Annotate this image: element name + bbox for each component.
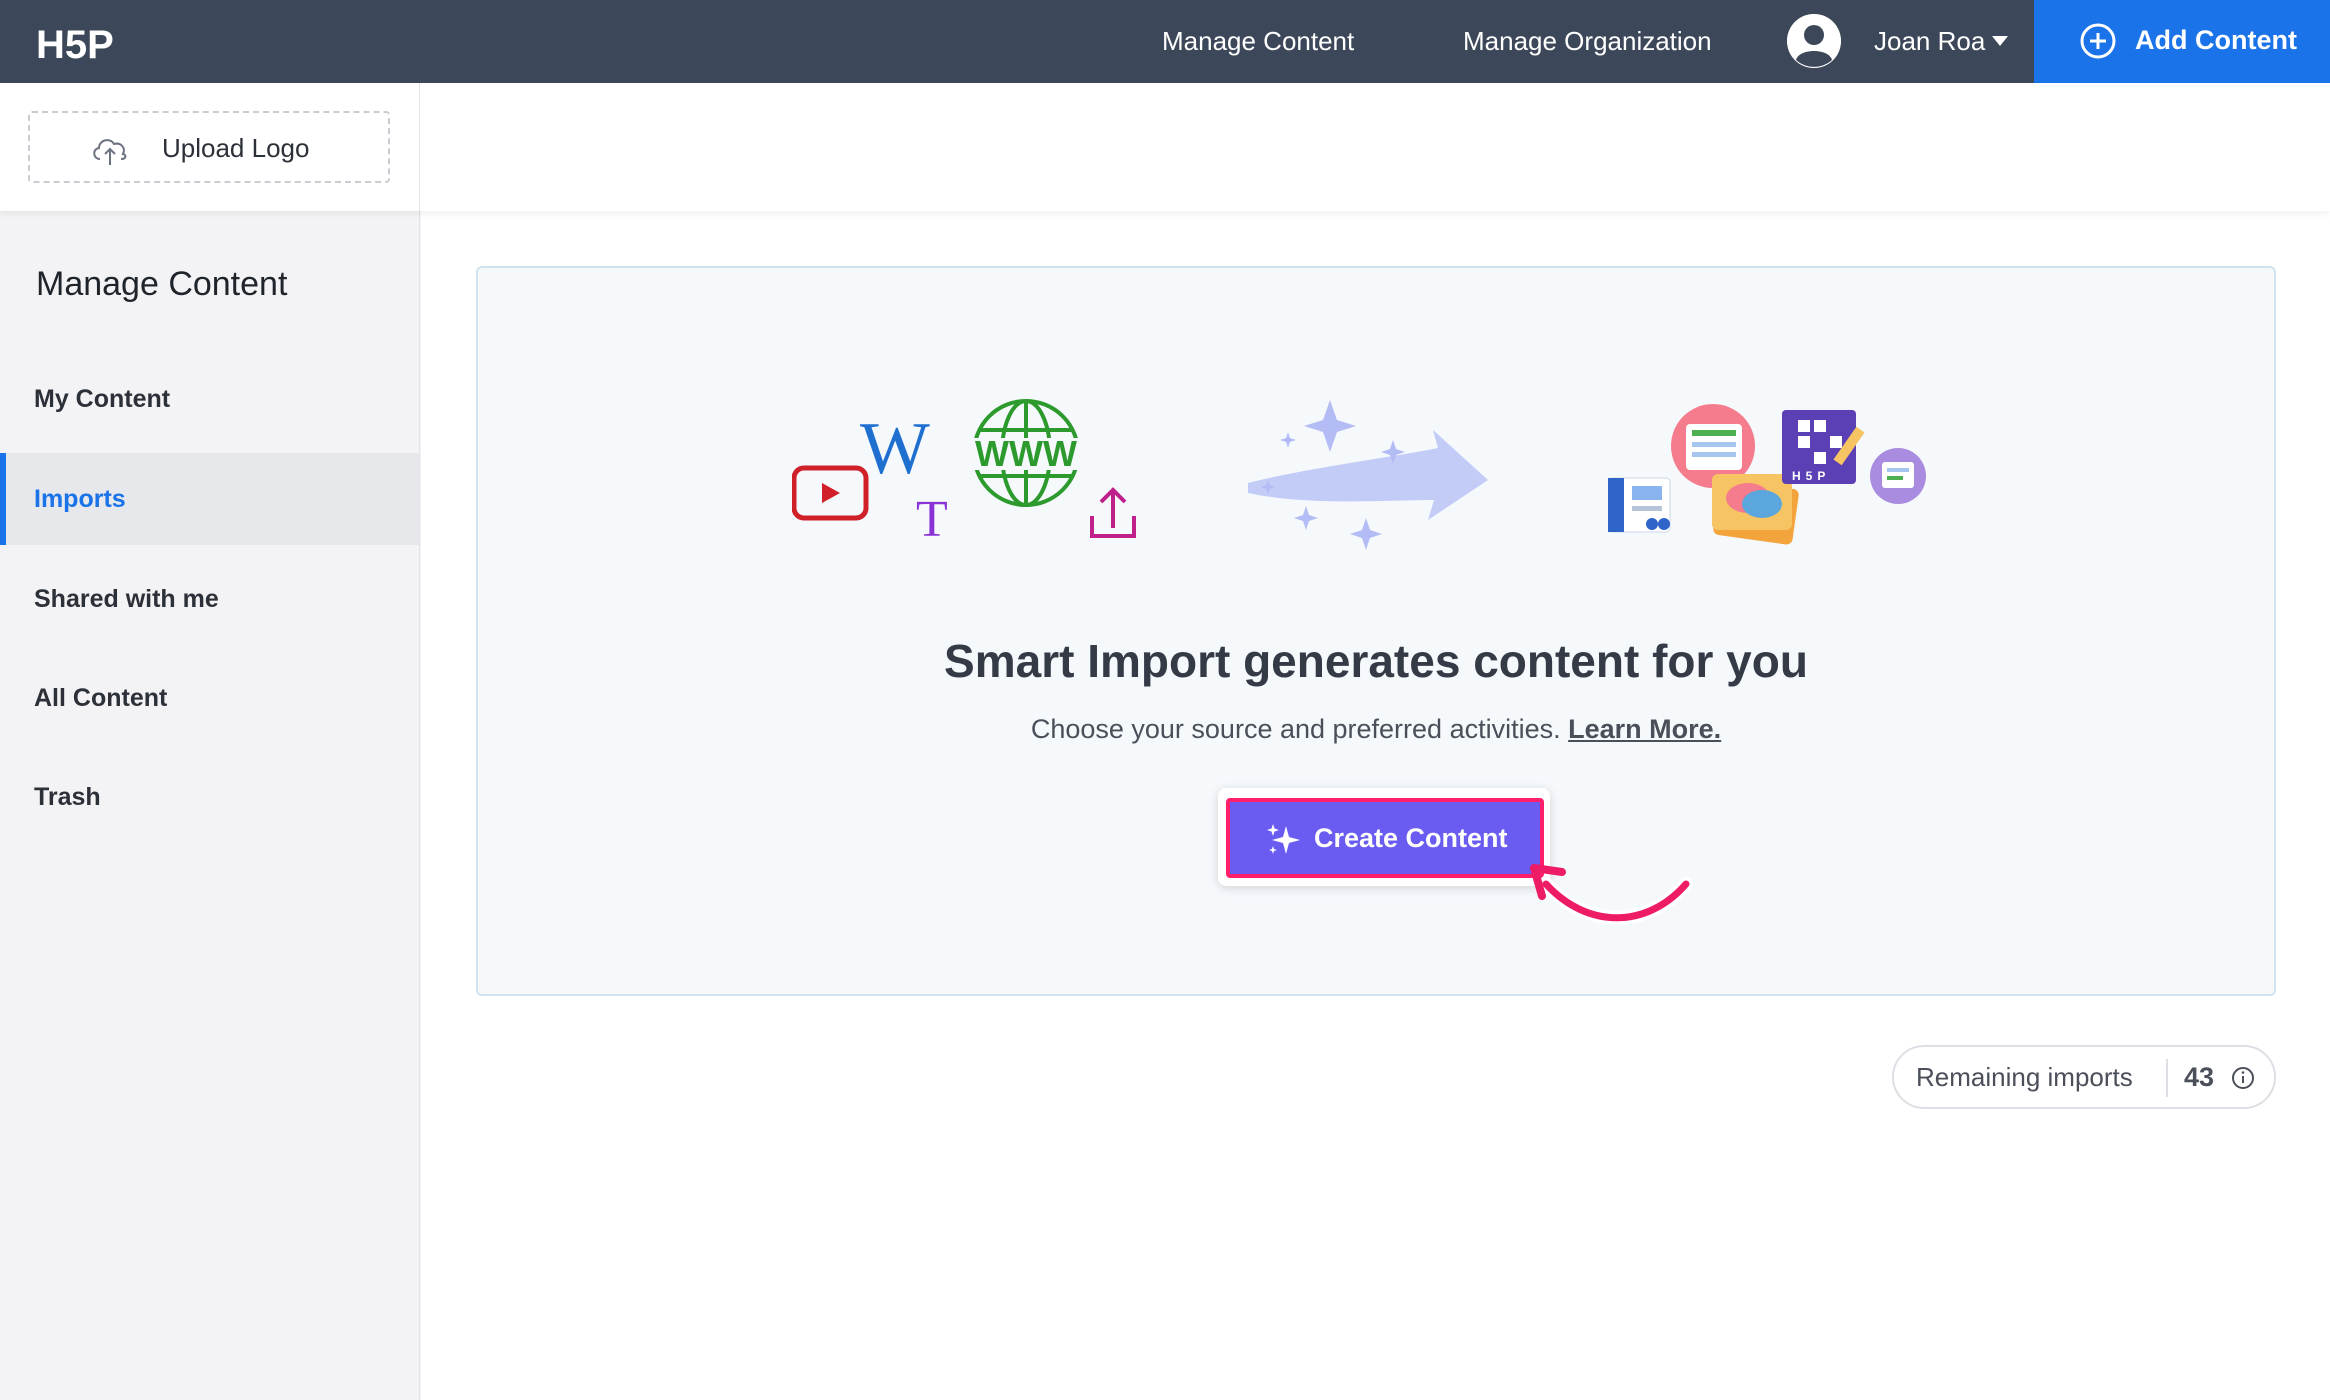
header-strip: Upload Logo <box>0 83 2330 211</box>
caret-down-icon[interactable] <box>1992 36 2008 46</box>
smart-import-card: W T WWW H5P Smart Import generates conte… <box>476 266 2276 996</box>
upload-logo-label: Upload Logo <box>162 133 310 163</box>
svg-text:H5P: H5P <box>36 23 114 66</box>
sidebar-item-my-content[interactable]: My Content <box>0 353 419 445</box>
add-content-button[interactable]: Add Content <box>2034 0 2330 83</box>
remaining-imports-count: 43 <box>2184 1062 2215 1092</box>
nav-manage-organization[interactable]: Manage Organization <box>1463 0 1712 83</box>
sparkle-icon <box>1267 824 1300 854</box>
sidebar-item-imports[interactable]: Imports <box>0 453 419 545</box>
add-content-label: Add Content <box>2135 25 2297 55</box>
sidebar: Manage Content My Content Imports Shared… <box>0 211 420 1400</box>
sidebar-title: Manage Content <box>36 265 288 303</box>
text-icon: T <box>916 491 948 548</box>
sidebar-item-shared-with-me[interactable]: Shared with me <box>0 553 419 645</box>
h5p-logo[interactable]: H5P <box>34 18 120 66</box>
create-content-highlight: Create Content <box>1218 788 1550 886</box>
upload-logo-button[interactable]: Upload Logo <box>28 111 390 183</box>
svg-text:WWW: WWW <box>975 433 1077 474</box>
upload-icon <box>1090 487 1136 538</box>
plus-circle-icon <box>2080 23 2116 59</box>
user-name[interactable]: Joan Roa <box>1874 0 1985 83</box>
activities-illustration: H5P <box>1608 404 1926 545</box>
nav-manage-content[interactable]: Manage Content <box>1162 0 1354 83</box>
svg-text:H5P: H5P <box>1792 469 1830 483</box>
learn-more-link[interactable]: Learn More. <box>1568 714 1721 744</box>
sidebar-item-all-content[interactable]: All Content <box>0 652 419 744</box>
top-navigation-bar: H5P Manage Content Manage Organization J… <box>0 0 2330 83</box>
badge-divider <box>2166 1059 2168 1097</box>
info-icon[interactable] <box>2231 1066 2255 1090</box>
remaining-imports-badge: Remaining imports 43 <box>1892 1045 2276 1109</box>
smart-import-title: Smart Import generates content for you <box>944 635 1808 687</box>
sidebar-item-trash[interactable]: Trash <box>0 751 419 843</box>
arrow-illustration <box>1248 400 1488 550</box>
create-content-button[interactable]: Create Content <box>1226 798 1544 878</box>
youtube-icon <box>792 465 869 521</box>
logo-panel: Upload Logo <box>0 83 420 211</box>
wikipedia-icon: W <box>860 408 930 490</box>
import-sources-illustration: W T WWW <box>792 399 1136 548</box>
create-content-label: Create Content <box>1314 823 1508 853</box>
smart-import-subtitle: Choose your source and preferred activit… <box>478 714 2274 745</box>
curved-arrow-icon <box>1530 864 1693 925</box>
subtitle-text: Choose your source and preferred activit… <box>1030 714 1561 744</box>
remaining-imports-label: Remaining imports <box>1916 1062 2133 1092</box>
cloud-upload-icon <box>93 139 127 165</box>
user-avatar-icon[interactable] <box>1787 14 1841 68</box>
